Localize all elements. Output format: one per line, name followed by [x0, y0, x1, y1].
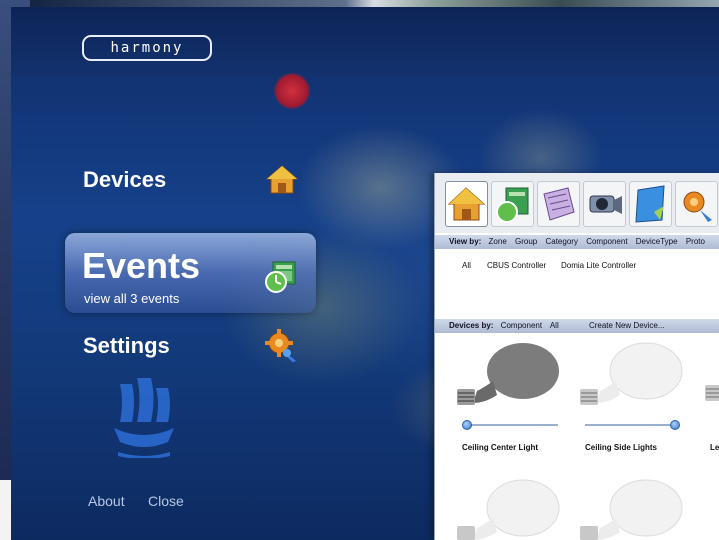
view-by-zone[interactable]: Zone — [489, 237, 507, 246]
toolbar-house-button[interactable] — [445, 181, 488, 227]
filter-cbus-controller[interactable]: CBUS Controller — [487, 261, 546, 270]
device-row2-1[interactable] — [455, 478, 565, 540]
view-by-bar: View by: Zone Group Category Component D… — [435, 235, 719, 249]
ship-logo-icon — [106, 372, 182, 462]
view-by-protocol[interactable]: Proto — [686, 237, 705, 246]
house-icon[interactable] — [265, 163, 299, 201]
toolbar-scenes-button[interactable] — [537, 181, 580, 227]
menu-item-events[interactable]: Events view all 3 events — [65, 233, 316, 313]
device-manager-window: View by: Zone Group Category Component D… — [434, 173, 719, 540]
events-count-subtitle: view all 3 events — [84, 291, 180, 306]
device-row2-2[interactable] — [578, 478, 688, 540]
device-toolbar — [435, 173, 719, 233]
light-bulb-on-icon — [705, 385, 719, 401]
about-link[interactable]: About — [88, 493, 125, 509]
light-bulb-off-icon — [457, 343, 559, 405]
filter-domia-lite-controller[interactable]: Domia Lite Controller — [561, 261, 636, 270]
view-by-devicetype[interactable]: DeviceType — [636, 237, 678, 246]
toolbar-settings-button[interactable] — [675, 181, 718, 227]
devices-by-bar: Devices by: Component All Create New Dev… — [435, 319, 719, 333]
event-clock-icon — [263, 259, 299, 299]
device-label: Ceiling Center Light — [462, 443, 538, 452]
devices-by-all[interactable]: All — [550, 321, 559, 330]
device-ceiling-side-lights[interactable] — [578, 341, 688, 417]
filter-all[interactable]: All — [462, 261, 471, 270]
red-glow-decoration — [274, 73, 310, 109]
filter-area — [435, 277, 719, 319]
view-by-label: View by: — [449, 237, 482, 246]
light-bulb-on-icon — [457, 479, 560, 540]
devices-by-label: Devices by: — [449, 321, 494, 330]
settings-gear-icon[interactable] — [265, 329, 301, 369]
toolbar-schedule-button[interactable] — [629, 181, 672, 227]
device-label: Ceiling Side Lights — [585, 443, 658, 452]
brightness-slider-knob[interactable] — [670, 420, 680, 430]
toolbar-camera-button[interactable] — [583, 181, 626, 227]
view-by-group[interactable]: Group — [515, 237, 537, 246]
brightness-slider-track[interactable] — [585, 424, 677, 426]
create-new-device-button[interactable]: Create New Device... — [589, 321, 665, 330]
device-label: Le — [710, 443, 719, 452]
toolbar-events-button[interactable] — [491, 181, 534, 227]
harmony-logo: harmony — [82, 35, 212, 61]
menu-item-devices[interactable]: Devices — [83, 167, 166, 193]
light-bulb-on-icon — [580, 342, 683, 405]
brightness-slider-knob[interactable] — [462, 420, 472, 430]
brightness-slider-track[interactable] — [466, 424, 558, 426]
close-link[interactable]: Close — [148, 493, 184, 509]
scene-icon — [543, 187, 575, 221]
events-title: Events — [82, 245, 201, 286]
event-icon — [496, 187, 529, 223]
devices-by-component[interactable]: Component — [501, 321, 542, 330]
menu-item-settings[interactable]: Settings — [83, 333, 170, 359]
device-partial[interactable] — [703, 373, 719, 417]
light-bulb-on-icon — [580, 479, 683, 540]
settings-icon — [683, 191, 712, 222]
house-icon — [447, 187, 486, 221]
view-by-component[interactable]: Component — [586, 237, 627, 246]
schedule-icon — [635, 185, 665, 223]
view-by-category[interactable]: Category — [545, 237, 577, 246]
camera-icon — [589, 195, 622, 214]
device-ceiling-center-light[interactable] — [455, 341, 565, 417]
